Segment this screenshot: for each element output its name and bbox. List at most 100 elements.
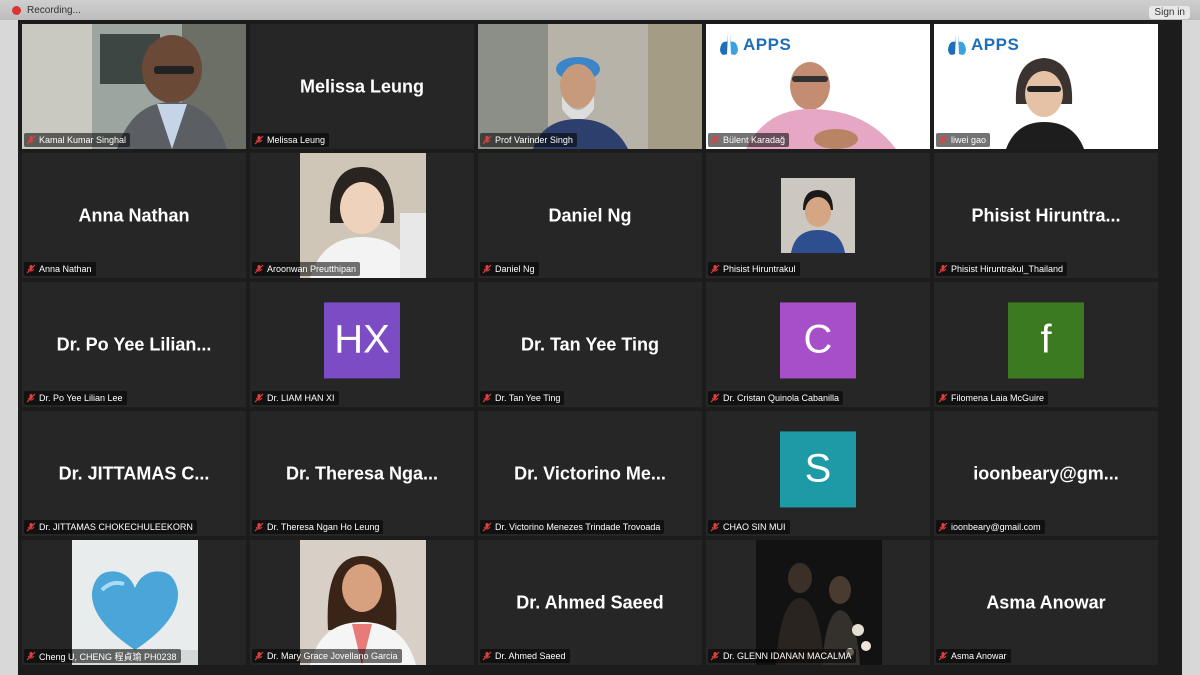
participant-tile[interactable]: Cheng U, CHENG 程貞瑜 PH0238 bbox=[22, 540, 246, 665]
participant-name-label: Kamal Kumar Singhal bbox=[24, 133, 131, 147]
muted-mic-icon bbox=[254, 522, 264, 532]
initials-avatar: f bbox=[1008, 301, 1084, 378]
participant-display-name: Dr. Ahmed Saeed bbox=[516, 592, 664, 612]
muted-mic-icon bbox=[254, 135, 264, 145]
participant-tile[interactable]: Aroonwan Preutthipan bbox=[250, 153, 474, 278]
participant-name-label: Dr. LIAM HAN XI bbox=[252, 391, 339, 405]
muted-mic-icon bbox=[710, 651, 720, 661]
participant-video bbox=[478, 24, 702, 149]
participant-name: Kamal Kumar Singhal bbox=[39, 135, 127, 145]
participant-name-label: Dr. Tan Yee Ting bbox=[480, 391, 565, 405]
participant-tile[interactable]: f Filomena Laia McGuire bbox=[934, 282, 1158, 407]
participant-name-label: Dr. GLENN IDANAN MACALMA bbox=[708, 649, 856, 663]
participant-display-name: Phisist Hiruntra... bbox=[971, 205, 1121, 225]
muted-mic-icon bbox=[482, 135, 492, 145]
participant-name-label: Dr. Theresa Ngan Ho Leung bbox=[252, 520, 384, 534]
participant-tile[interactable]: C Dr. Cristan Quinola Cabanilla bbox=[706, 282, 930, 407]
participant-name: Prof Varinder Singh bbox=[495, 135, 573, 145]
muted-mic-icon bbox=[482, 393, 492, 403]
profile-photo bbox=[300, 153, 426, 278]
muted-mic-icon bbox=[482, 522, 492, 532]
participant-tile[interactable]: Dr. GLENN IDANAN MACALMA bbox=[706, 540, 930, 665]
participant-name-label: Prof Varinder Singh bbox=[480, 133, 577, 147]
participant-name-label: Dr. Mary Grace Jovellano Garcia bbox=[252, 649, 402, 663]
participant-name: Dr. LIAM HAN XI bbox=[267, 393, 335, 403]
participant-tile[interactable]: ioonbeary@gm... ioonbeary@gmail.com bbox=[934, 411, 1158, 536]
participant-tile[interactable]: Daniel Ng Daniel Ng bbox=[478, 153, 702, 278]
participant-tile[interactable]: Phisist Hiruntrakul bbox=[706, 153, 930, 278]
muted-mic-icon bbox=[26, 135, 36, 145]
participant-tile[interactable]: Dr. Theresa Nga... Dr. Theresa Ngan Ho L… bbox=[250, 411, 474, 536]
participant-name-label: Dr. Ahmed Saeed bbox=[480, 649, 570, 663]
muted-mic-icon bbox=[482, 651, 492, 661]
participant-name: Melissa Leung bbox=[267, 135, 326, 145]
profile-photo bbox=[781, 178, 855, 253]
gallery-view: Kamal Kumar Singhal Melissa Leung Meliss… bbox=[18, 20, 1182, 675]
muted-mic-icon bbox=[254, 651, 264, 661]
participant-tile[interactable]: Dr. Ahmed Saeed Dr. Ahmed Saeed bbox=[478, 540, 702, 665]
participant-tile[interactable]: APPS liwei gao bbox=[934, 24, 1158, 149]
participant-name-label: Dr. Victorino Menezes Trindade Trovoada bbox=[480, 520, 665, 534]
participant-tile[interactable]: S CHAO SIN MUI bbox=[706, 411, 930, 536]
apps-logo: APPS bbox=[718, 32, 791, 58]
participant-name-label: Dr. JITTAMAS CHOKECHULEEKORN bbox=[24, 520, 197, 534]
participant-name-label: Phisist Hiruntrakul_Thailand bbox=[936, 262, 1068, 276]
participant-display-name: Dr. Victorino Me... bbox=[514, 463, 666, 483]
muted-mic-icon bbox=[26, 393, 36, 403]
participant-tile[interactable]: Anna Nathan Anna Nathan bbox=[22, 153, 246, 278]
participant-name: Phisist Hiruntrakul bbox=[723, 264, 796, 274]
participant-tile[interactable]: Melissa Leung Melissa Leung bbox=[250, 24, 474, 149]
participant-tile[interactable]: HX Dr. LIAM HAN XI bbox=[250, 282, 474, 407]
muted-mic-icon bbox=[254, 393, 264, 403]
participant-tile[interactable]: Dr. Po Yee Lilian... Dr. Po Yee Lilian L… bbox=[22, 282, 246, 407]
participant-display-name: Dr. Theresa Nga... bbox=[285, 463, 439, 483]
participant-name-label: CHAO SIN MUI bbox=[708, 520, 790, 534]
profile-photo bbox=[72, 540, 198, 665]
profile-photo bbox=[756, 540, 882, 665]
participant-name: Dr. Cristan Quinola Cabanilla bbox=[723, 393, 840, 403]
muted-mic-icon bbox=[938, 135, 948, 145]
recording-indicator[interactable]: Recording... bbox=[12, 5, 81, 16]
muted-mic-icon bbox=[938, 393, 948, 403]
muted-mic-icon bbox=[710, 264, 720, 274]
participant-display-name: Asma Anowar bbox=[986, 592, 1106, 612]
participant-name-label: Cheng U, CHENG 程貞瑜 PH0238 bbox=[24, 649, 181, 663]
muted-mic-icon bbox=[710, 393, 720, 403]
participant-name: Dr. Ahmed Saeed bbox=[495, 651, 566, 661]
participant-display-name: Melissa Leung bbox=[299, 76, 425, 96]
muted-mic-icon bbox=[710, 522, 720, 532]
participant-display-name: Dr. JITTAMAS C... bbox=[58, 463, 210, 483]
sign-in-button[interactable]: Sign in bbox=[1149, 6, 1190, 19]
initials-avatar: S bbox=[780, 430, 856, 507]
participant-name: Dr. Tan Yee Ting bbox=[495, 393, 561, 403]
meeting-top-bar: Recording... Sign in bbox=[0, 0, 1200, 20]
participant-name: Cheng U, CHENG 程貞瑜 PH0238 bbox=[39, 651, 177, 662]
participant-tile[interactable]: Phisist Hiruntra... Phisist Hiruntrakul_… bbox=[934, 153, 1158, 278]
participant-name: Bülent Karadağ bbox=[723, 135, 786, 145]
participant-tile[interactable]: APPS Bülent Karadağ bbox=[706, 24, 930, 149]
participant-name-label: Dr. Cristan Quinola Cabanilla bbox=[708, 391, 844, 405]
participant-name-label: Asma Anowar bbox=[936, 649, 1011, 663]
participant-tile[interactable]: Dr. Victorino Me... Dr. Victorino Meneze… bbox=[478, 411, 702, 536]
participant-name: ioonbeary@gmail.com bbox=[951, 522, 1041, 532]
participant-name: Dr. Po Yee Lilian Lee bbox=[39, 393, 123, 403]
participant-name: Daniel Ng bbox=[495, 264, 535, 274]
initials-avatar: HX bbox=[324, 301, 400, 378]
muted-mic-icon bbox=[254, 264, 264, 274]
recording-label: Recording... bbox=[27, 5, 81, 16]
participant-tile[interactable]: Dr. Tan Yee Ting Dr. Tan Yee Ting bbox=[478, 282, 702, 407]
participant-tile-active-speaker[interactable]: Prof Varinder Singh bbox=[478, 24, 702, 149]
muted-mic-icon bbox=[482, 264, 492, 274]
participant-display-name: Daniel Ng bbox=[548, 205, 632, 225]
profile-photo bbox=[300, 540, 426, 665]
participant-tile[interactable]: Dr. JITTAMAS C... Dr. JITTAMAS CHOKECHUL… bbox=[22, 411, 246, 536]
participant-tile[interactable]: Asma Anowar Asma Anowar bbox=[934, 540, 1158, 665]
participant-name: Dr. Mary Grace Jovellano Garcia bbox=[267, 651, 398, 661]
participant-name: Asma Anowar bbox=[951, 651, 1007, 661]
participant-tile[interactable]: Dr. Mary Grace Jovellano Garcia bbox=[250, 540, 474, 665]
muted-mic-icon bbox=[938, 522, 948, 532]
participant-video bbox=[22, 24, 246, 149]
participant-tile[interactable]: Kamal Kumar Singhal bbox=[22, 24, 246, 149]
participant-name: Dr. Theresa Ngan Ho Leung bbox=[267, 522, 380, 532]
participant-name-label: Anna Nathan bbox=[24, 262, 96, 276]
